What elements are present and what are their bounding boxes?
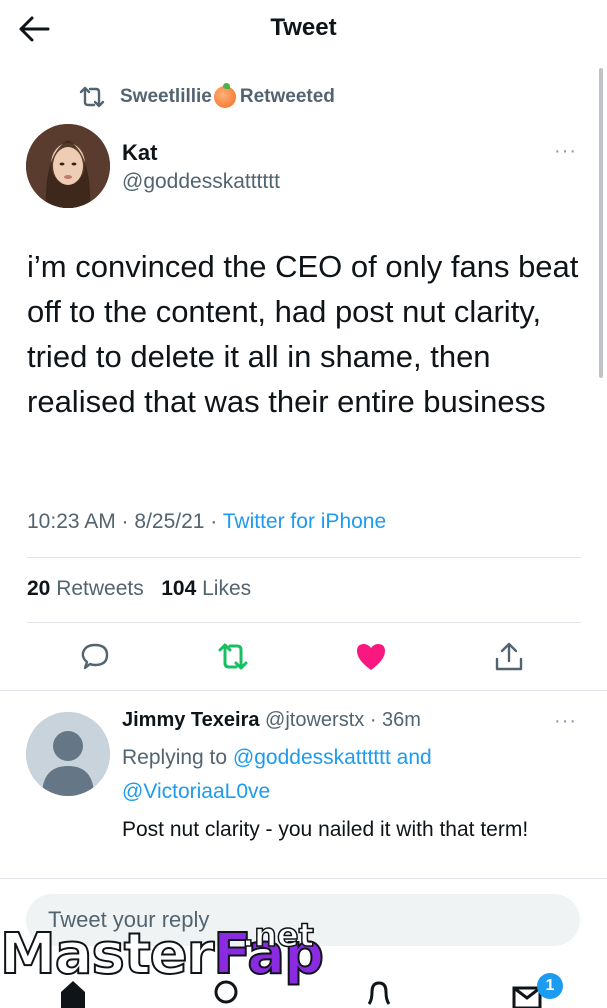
reply-avatar[interactable]: [26, 712, 110, 796]
retweeted-label: Retweeted: [239, 86, 335, 107]
divider: [27, 557, 581, 558]
default-avatar-icon: [26, 712, 110, 796]
top-bar: Tweet: [0, 0, 607, 56]
replying-to-and: and: [390, 746, 432, 769]
author-handle[interactable]: @goddesskatttttt: [122, 170, 280, 194]
reply-icon[interactable]: [78, 640, 112, 674]
heart-icon[interactable]: [354, 640, 388, 674]
reply-more-options-icon[interactable]: ···: [554, 710, 577, 733]
retweet-icon[interactable]: [216, 640, 250, 674]
reply-author[interactable]: Jimmy Texeira @jtowerstx · 36m: [122, 709, 421, 732]
watermark-suffix: .net: [241, 915, 314, 955]
retweet-context[interactable]: Sweetlillie Retweeted: [78, 83, 335, 110]
tweet-meta: 10:23 AM · 8/25/21 · Twitter for iPhone: [27, 510, 386, 534]
likes-count: 104: [161, 577, 197, 600]
likes-label: Likes: [196, 577, 252, 600]
avatar[interactable]: [26, 124, 110, 208]
divider: [0, 690, 607, 691]
replying-to: Replying to @goddesskatttttt and @Victor…: [122, 741, 542, 809]
retweets-count: 20: [27, 577, 51, 600]
scrollbar[interactable]: [599, 68, 603, 378]
divider: [0, 878, 607, 879]
tweet-timestamp[interactable]: 10:23 AM · 8/25/21 ·: [27, 510, 223, 533]
reply-author-name: Jimmy Texeira: [122, 709, 260, 731]
bell-icon[interactable]: [364, 978, 394, 1008]
page-title: Tweet: [270, 14, 337, 41]
messages-badge: 1: [537, 973, 563, 999]
tweet-stats: 20 Retweets 104 Likes: [27, 577, 251, 601]
likes-stat[interactable]: 104 Likes: [161, 577, 251, 600]
watermark-text-a: Master: [0, 921, 215, 988]
reply-text: Post nut clarity - you nailed it with th…: [122, 818, 529, 841]
avatar-image: [26, 124, 110, 208]
retweeter-name: Sweetlillie: [120, 86, 212, 107]
retweets-stat[interactable]: 20 Retweets: [27, 577, 144, 600]
reply-author-meta: @jtowerstx · 36m: [259, 709, 421, 731]
retweet-icon: [79, 86, 105, 108]
replying-to-user-2[interactable]: @VictoriaaL0ve: [122, 780, 270, 803]
replying-to-user-1[interactable]: @goddesskatttttt: [233, 746, 391, 769]
more-options-icon[interactable]: ···: [554, 140, 577, 163]
author-name[interactable]: Kat: [122, 140, 157, 166]
tweet-source[interactable]: Twitter for iPhone: [223, 510, 386, 533]
share-icon[interactable]: [492, 640, 526, 674]
peach-emoji-icon: [213, 83, 236, 108]
divider: [27, 622, 581, 623]
retweets-label: Retweets: [50, 577, 144, 600]
replying-to-prefix: Replying to: [122, 746, 233, 769]
tweet-text: i’m convinced the CEO of only fans beat …: [27, 249, 579, 419]
